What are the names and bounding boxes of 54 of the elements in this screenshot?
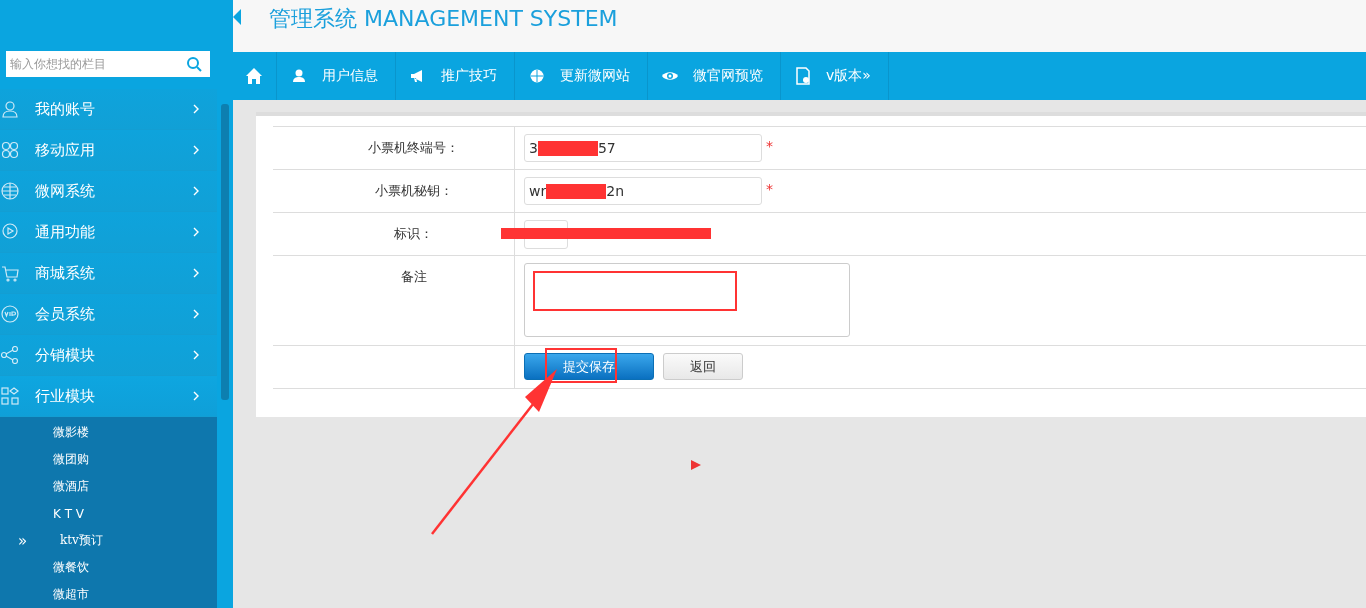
chevron-right-icon [193,391,199,401]
submenu-item[interactable]: 微影楼 [53,424,89,441]
triangle-icon [691,460,701,470]
globe-icon [528,67,546,85]
required-mark: * [766,180,773,197]
search-icon [186,56,202,72]
required-mark: * [766,137,773,154]
sidebar-item[interactable]: 会员系统 [0,294,217,335]
submenu-item[interactable]: 微餐饮 [53,559,89,576]
sidebar-item[interactable]: 通用功能 [0,212,217,253]
cart-icon [1,264,19,282]
chevron-right-icon [193,268,199,278]
chevron-right-icon [193,350,199,360]
home-icon [245,67,263,85]
input-field[interactable]: 3 57 [524,134,762,162]
highlight-overlay [545,348,617,383]
play-icon [1,223,19,241]
submenu-item[interactable]: 微团购 [53,451,89,468]
redaction-bar [537,140,598,156]
submenu-item[interactable]: K T V [53,506,85,521]
collapse-notch-icon[interactable] [233,9,241,25]
sidebar-item[interactable]: 商城系统 [0,253,217,294]
chevron-right-icon [193,104,199,114]
sidebar-item[interactable]: 移动应用 [0,130,217,171]
sidebar-item[interactable]: 行业模块 [0,376,217,417]
redaction-bar [546,183,607,199]
chevron-right-icon [193,186,199,196]
submenu-item[interactable]: 微酒店 [53,478,89,495]
person-icon [1,100,19,118]
vip-icon [1,305,19,323]
chevron-right-icon [193,145,199,155]
form-button[interactable]: 返回 [663,353,743,380]
field-label: 备注 [400,268,427,286]
sidebar-item[interactable]: 分销模块 [0,335,217,376]
scrollbar-thumb[interactable] [221,104,229,400]
person-icon [290,67,308,85]
field-label: 标识： [394,225,433,243]
globe-icon [1,182,19,200]
input-field[interactable]: wr 2n [524,177,762,205]
grid-icon [1,387,19,405]
share-icon [1,346,19,364]
clover-icon [1,141,19,159]
textarea-field[interactable] [524,263,850,337]
sidebar-item[interactable]: 微网系统 [0,171,217,212]
field-label: 小票机秘钥： [374,182,453,200]
search-field[interactable]: 输入你想找的栏目 [6,51,210,77]
page-title: 管理系统 MANAGEMENT SYSTEM [269,5,618,33]
sidebar-item[interactable]: 我的账号 [0,89,217,130]
submenu-item[interactable]: 微超市 [53,586,89,603]
submenu-item[interactable]: ktv预订 [60,532,103,549]
chevron-right-icon [193,309,199,319]
field-label: 小票机终端号： [368,139,459,157]
double-chevron-icon: » [18,531,28,550]
chevron-right-icon [193,227,199,237]
